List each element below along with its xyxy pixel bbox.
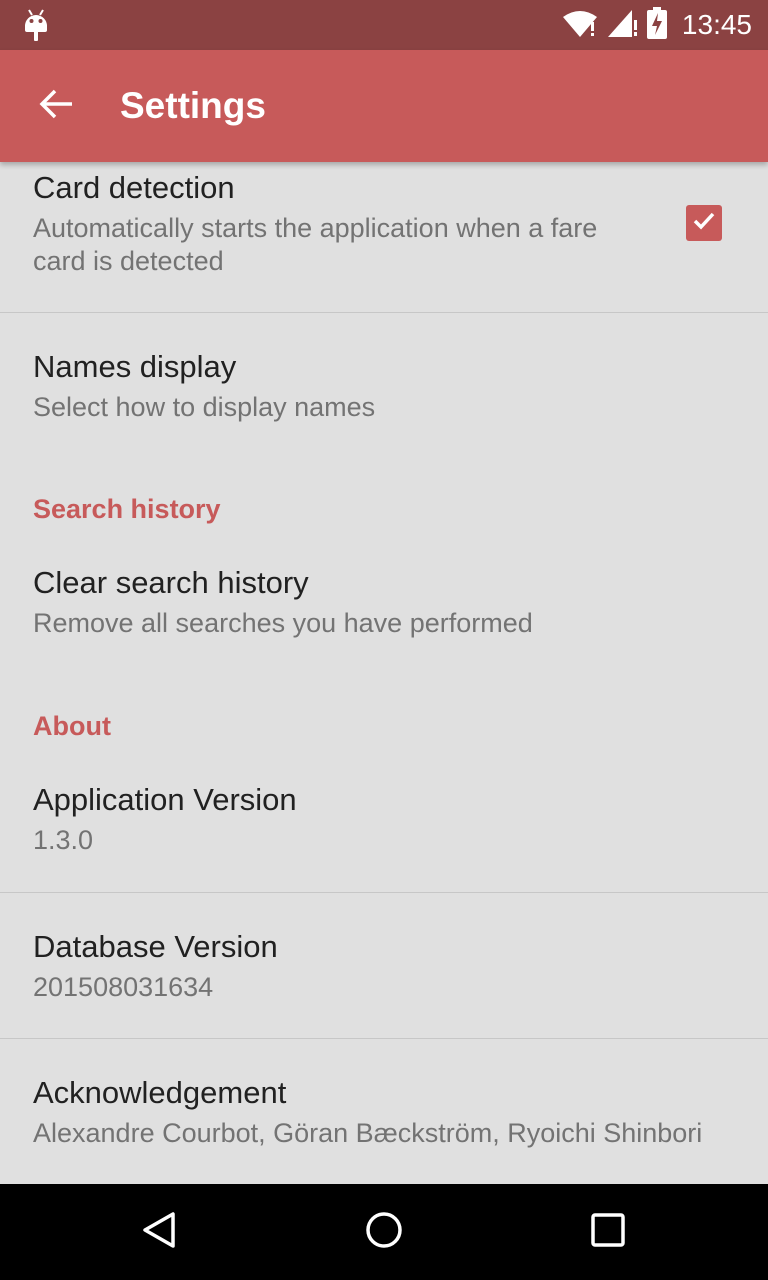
pref-application-version[interactable]: Application Version 1.3.0 — [0, 754, 768, 892]
arrow-back-icon — [38, 86, 74, 126]
card-detection-checkbox[interactable] — [686, 205, 722, 241]
pref-title: Acknowledgement — [33, 1075, 287, 1110]
pref-title: Card detection — [33, 170, 235, 205]
status-bar: 13:45 — [0, 0, 768, 50]
pref-database-version[interactable]: Database Version 201508031634 — [0, 893, 768, 1038]
back-button[interactable] — [28, 78, 84, 134]
pref-title: Clear search history — [33, 565, 309, 600]
nav-back-button[interactable] — [128, 1200, 192, 1264]
recents-square-icon — [588, 1210, 628, 1254]
pref-title: Application Version — [33, 782, 297, 817]
check-icon — [690, 207, 718, 239]
pref-summary: 1.3.0 — [33, 825, 94, 855]
back-triangle-icon — [140, 1210, 180, 1254]
page-title: Settings — [120, 85, 266, 126]
nav-home-button[interactable] — [352, 1200, 416, 1264]
status-time: 13:45 — [681, 9, 752, 40]
pref-names-display[interactable]: Names display Select how to display name… — [0, 313, 768, 443]
nav-recents-button[interactable] — [576, 1200, 640, 1264]
pref-summary: Select how to display names — [33, 392, 376, 422]
app-toolbar: Settings — [0, 50, 768, 162]
pref-summary: Remove all searches you have performed — [33, 608, 533, 638]
android-debug-icon — [22, 8, 50, 42]
pref-title: Database Version — [33, 929, 278, 964]
signal-alert-icon — [606, 8, 638, 42]
pref-title: Names display — [33, 349, 237, 384]
settings-list[interactable]: Card detection Automatically starts the … — [0, 162, 768, 1184]
battery-charging-icon — [646, 7, 668, 43]
pref-summary: 201508031634 — [33, 972, 214, 1002]
pref-summary: Automatically starts the application whe… — [33, 213, 598, 276]
navigation-bar — [0, 1184, 768, 1280]
wifi-alert-icon — [562, 8, 598, 42]
home-circle-icon — [364, 1210, 404, 1254]
pref-card-detection[interactable]: Card detection Automatically starts the … — [0, 162, 768, 312]
category-about: About — [33, 711, 111, 741]
pref-acknowledgement[interactable]: Acknowledgement Alexandre Courbot, Göran… — [0, 1039, 768, 1184]
pref-clear-search-history[interactable]: Clear search history Remove all searches… — [0, 537, 768, 667]
pref-summary: Alexandre Courbot, Göran Bæckström, Ryoi… — [33, 1118, 703, 1148]
category-search-history: Search history — [33, 494, 221, 524]
